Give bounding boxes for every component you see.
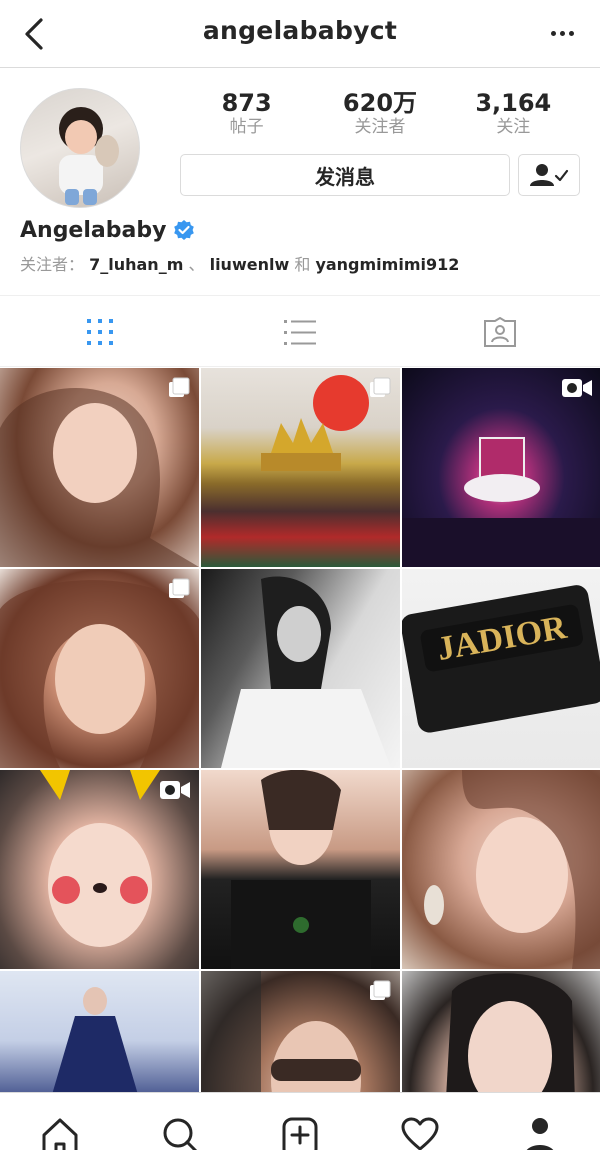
add-post-icon bbox=[282, 1117, 318, 1150]
multiple-photos-icon bbox=[368, 376, 392, 405]
multiple-photos-icon bbox=[368, 979, 392, 1008]
post-image bbox=[424, 770, 600, 969]
post-image bbox=[221, 576, 391, 768]
post-thumbnail[interactable]: JADIOR bbox=[402, 569, 600, 768]
followed-by-separator: 、 bbox=[188, 255, 205, 274]
followed-by-user-link[interactable]: yangmimimi912 bbox=[315, 255, 459, 274]
message-button[interactable]: 发消息 bbox=[180, 154, 510, 196]
post-thumbnail[interactable] bbox=[402, 770, 600, 969]
followed-by-prefix: 关注者： bbox=[20, 255, 85, 274]
grid-icon bbox=[87, 318, 113, 345]
posts-count: 873 bbox=[221, 89, 272, 117]
heart-icon bbox=[401, 1117, 439, 1150]
nav-search[interactable] bbox=[120, 1093, 240, 1150]
profile-username-title: angelababyct bbox=[202, 16, 398, 45]
home-icon bbox=[42, 1118, 78, 1150]
following-label: 关注 bbox=[496, 117, 531, 137]
profile-header: 873 帖子 620万 关注者 3,164 关注 发消息 Angelababy … bbox=[0, 68, 600, 296]
video-icon bbox=[561, 376, 593, 405]
post-thumbnail[interactable] bbox=[402, 368, 600, 567]
post-image: JADIOR bbox=[402, 585, 600, 733]
post-image bbox=[446, 973, 575, 1092]
post-thumbnail[interactable] bbox=[0, 368, 199, 567]
post-thumbnail[interactable] bbox=[0, 971, 199, 1092]
posts-grid: JADIOR bbox=[0, 368, 600, 1092]
post-image bbox=[52, 987, 138, 1092]
profile-tabs bbox=[0, 297, 600, 367]
profile-stats: 873 帖子 620万 关注者 3,164 关注 bbox=[180, 90, 580, 140]
avatar[interactable] bbox=[20, 88, 140, 208]
post-thumbnail[interactable] bbox=[201, 971, 400, 1092]
followed-by-user-link[interactable]: liuwenlw bbox=[210, 255, 290, 274]
person-check-icon bbox=[530, 164, 569, 186]
nav-home[interactable] bbox=[0, 1093, 120, 1150]
followed-by-user-link[interactable]: 7_luhan_m bbox=[89, 255, 183, 274]
following-count: 3,164 bbox=[475, 89, 552, 117]
followed-by-separator: 和 bbox=[294, 255, 311, 274]
followers-count: 620万 bbox=[342, 89, 418, 117]
avatar-image bbox=[59, 107, 119, 205]
nav-new-post[interactable] bbox=[240, 1093, 360, 1150]
multiple-photos-icon bbox=[167, 376, 191, 405]
tab-tagged[interactable] bbox=[400, 297, 600, 366]
more-dot-icon bbox=[559, 30, 565, 36]
search-icon bbox=[163, 1118, 198, 1150]
top-bar: angelababyct bbox=[0, 0, 600, 68]
display-name: Angelababy bbox=[20, 218, 196, 243]
post-thumbnail[interactable] bbox=[201, 770, 400, 969]
followers-stat[interactable]: 620万 关注者 bbox=[320, 90, 440, 140]
nav-profile[interactable] bbox=[480, 1093, 600, 1150]
post-thumbnail[interactable] bbox=[402, 971, 600, 1092]
post-thumbnail[interactable] bbox=[201, 368, 400, 567]
video-icon bbox=[159, 778, 191, 807]
post-thumbnail[interactable] bbox=[0, 770, 199, 969]
posts-label: 帖子 bbox=[229, 117, 264, 137]
post-image bbox=[231, 770, 371, 969]
followers-label: 关注者 bbox=[354, 117, 406, 137]
nav-activity[interactable] bbox=[360, 1093, 480, 1150]
tab-grid[interactable] bbox=[0, 297, 200, 366]
profile-icon bbox=[527, 1118, 553, 1150]
tagged-icon bbox=[484, 316, 516, 347]
more-options-button[interactable] bbox=[544, 20, 580, 46]
multiple-photos-icon bbox=[167, 577, 191, 606]
post-thumbnail[interactable] bbox=[201, 569, 400, 768]
display-name-text: Angelababy bbox=[20, 218, 167, 243]
list-icon bbox=[284, 319, 316, 345]
following-toggle-button[interactable] bbox=[518, 154, 580, 196]
followed-by-line: 关注者： 7_luhan_m 、 liuwenlw 和 yangmimimi91… bbox=[20, 251, 459, 275]
bottom-navigation bbox=[0, 1092, 600, 1150]
following-stat[interactable]: 3,164 关注 bbox=[453, 90, 573, 140]
posts-stat[interactable]: 873 帖子 bbox=[187, 90, 307, 140]
verified-badge-icon bbox=[174, 219, 195, 240]
more-dot-icon bbox=[568, 30, 574, 36]
post-thumbnail[interactable] bbox=[0, 569, 199, 768]
more-dot-icon bbox=[550, 30, 556, 36]
tab-list[interactable] bbox=[200, 297, 400, 366]
